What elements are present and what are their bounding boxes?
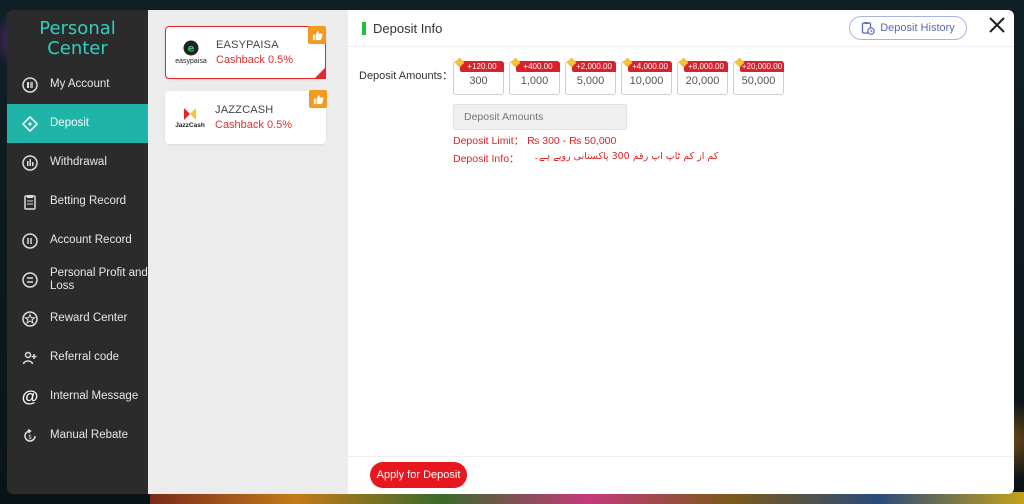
page-title: Deposit Info	[373, 20, 443, 36]
amount-option[interactable]: +2,000.00 5,000	[565, 57, 616, 95]
deposit-history-label: Deposit History	[880, 22, 955, 34]
payment-name: EASYPAISA	[216, 39, 279, 51]
close-button[interactable]	[986, 14, 1008, 36]
sidebar-item-label: Betting Record	[50, 195, 127, 207]
bonus-badge: +2,000.00	[572, 61, 616, 72]
payment-card-jazzcash[interactable]: JazzCash JAZZCASH Cashback 0.5%	[165, 90, 327, 144]
selected-check-icon	[314, 67, 326, 79]
rebate-icon: $	[21, 427, 39, 445]
payment-card-text: JAZZCASH Cashback 0.5%	[215, 104, 292, 131]
sidebar-title-line1: Personal	[39, 18, 116, 39]
sidebar-item-label: Internal Message	[50, 390, 139, 402]
amount-value: 5,000	[576, 75, 605, 87]
sidebar-item-label: Account Record	[50, 234, 132, 246]
reward-icon	[21, 310, 39, 328]
payment-name: JAZZCASH	[215, 104, 274, 116]
apply-for-deposit-button[interactable]: Apply for Deposit	[370, 462, 467, 488]
close-icon	[989, 17, 1005, 33]
sidebar-title: Personal Center	[7, 10, 148, 62]
personal-center-modal: Personal Center My Account Deposit Withd…	[7, 10, 1014, 494]
sidebar-item-label: Reward Center	[50, 312, 128, 324]
bonus-badge: +120.00	[460, 61, 504, 72]
sidebar-item-profit-loss[interactable]: Personal Profit and Loss	[7, 260, 148, 299]
sidebar-item-label: Personal Profit and Loss	[50, 266, 148, 292]
sidebar-item-label: Manual Rebate	[50, 429, 128, 441]
amount-value: 300	[469, 75, 488, 87]
sidebar-item-manual-rebate[interactable]: $ Manual Rebate	[7, 416, 148, 455]
sidebar-nav: My Account Deposit Withdrawal Betting Re…	[7, 65, 148, 455]
sidebar-item-internal-message[interactable]: @ Internal Message	[7, 377, 148, 416]
deposit-icon	[21, 115, 39, 133]
amount-value: 20,000	[685, 75, 720, 87]
sidebar-item-account-record[interactable]: Account Record	[7, 221, 148, 260]
account-icon	[21, 76, 39, 94]
thumbs-up-badge-icon	[308, 26, 326, 44]
referral-icon	[21, 349, 39, 367]
profit-loss-icon	[21, 271, 39, 289]
sidebar-item-deposit[interactable]: Deposit	[7, 104, 148, 143]
at-icon: @	[21, 386, 39, 406]
bonus-badge: +8,000.00	[684, 61, 728, 72]
sidebar-item-reward-center[interactable]: Reward Center	[7, 299, 148, 338]
payment-cashback: Cashback 0.5%	[216, 54, 294, 66]
sidebar-item-referral-code[interactable]: Referral code	[7, 338, 148, 377]
sidebar-item-withdrawal[interactable]: Withdrawal	[7, 143, 148, 182]
amount-options: +120.00 300 +400.00 1,000 +2,000.00 5,00…	[453, 57, 789, 95]
amount-value: 10,000	[629, 75, 664, 87]
jazzcash-logo-text: JazzCash	[175, 121, 205, 129]
sidebar-title-line2: Center	[47, 38, 108, 59]
payment-card-easypaisa[interactable]: e easypaisa EASYPAISA Cashback 0.5%	[165, 26, 326, 79]
svg-text:$: $	[28, 434, 32, 441]
content-footer: Apply for Deposit	[348, 456, 1014, 494]
deposit-info-text: کم از کم ٹاپ اپ رقم 300 پاکستانی روپے ہے…	[533, 151, 719, 162]
deposit-info: Deposit Info： کم از کم ٹاپ اپ رقم 300 پا…	[453, 151, 718, 166]
sidebar: Personal Center My Account Deposit Withd…	[7, 10, 148, 494]
sidebar-item-label: Deposit	[50, 117, 89, 129]
history-icon	[861, 21, 876, 35]
sidebar-item-label: Referral code	[50, 351, 120, 363]
payment-cashback: Cashback 0.5%	[215, 119, 293, 131]
amount-option[interactable]: +8,000.00 20,000	[677, 57, 728, 95]
amount-option[interactable]: +400.00 1,000	[509, 57, 560, 95]
title-accent-bar	[362, 21, 366, 35]
amount-option[interactable]: +4,000.00 10,000	[621, 57, 672, 95]
payment-method-list: e easypaisa EASYPAISA Cashback 0.5% Jazz…	[148, 10, 348, 494]
account-record-icon	[21, 232, 39, 250]
easypaisa-logo-icon: e easypaisa	[168, 33, 214, 73]
sidebar-item-betting-record[interactable]: Betting Record	[7, 182, 148, 221]
amount-option[interactable]: +120.00 300	[453, 57, 504, 95]
sidebar-item-label: My Account	[50, 78, 110, 90]
amount-option[interactable]: +20,000.00 50,000	[733, 57, 784, 95]
svg-text:e: e	[188, 44, 195, 55]
sidebar-item-label: Withdrawal	[50, 156, 107, 168]
thumbs-up-badge-icon	[309, 90, 327, 108]
betting-record-icon	[21, 193, 39, 211]
deposit-history-button[interactable]: Deposit History	[849, 16, 967, 40]
bonus-badge: +4,000.00	[628, 61, 672, 72]
bonus-badge: +400.00	[516, 61, 560, 72]
payment-card-text: EASYPAISA Cashback 0.5%	[216, 39, 293, 66]
amount-value: 50,000	[741, 75, 776, 87]
deposit-amount-input[interactable]	[453, 104, 627, 130]
deposit-info-label: Deposit Info：	[453, 153, 520, 165]
deposit-amounts-label: Deposit Amounts：	[359, 70, 454, 82]
sidebar-item-my-account[interactable]: My Account	[7, 65, 148, 104]
deposit-limit-text: Deposit Limit： ₨ 300 - ₨ 50,000	[453, 135, 617, 147]
amount-value: 1,000	[520, 75, 549, 87]
jazzcash-logo-icon: JazzCash	[167, 98, 213, 138]
withdrawal-icon	[21, 154, 39, 172]
bonus-badge: +20,000.00	[740, 61, 784, 72]
deposit-content: Deposit Info Deposit History Deposit Amo…	[348, 10, 1014, 494]
easypaisa-logo-text: easypaisa	[175, 58, 207, 65]
